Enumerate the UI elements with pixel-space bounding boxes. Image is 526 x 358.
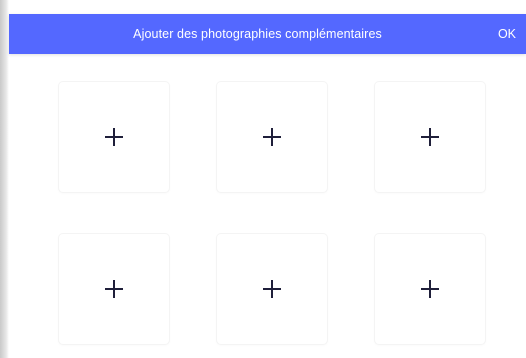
photo-slot-6[interactable] [375, 234, 485, 344]
plus-icon [263, 128, 281, 146]
plus-icon [105, 128, 123, 146]
plus-icon [105, 280, 123, 298]
left-edge-shadow [0, 0, 9, 358]
photo-slot-2[interactable] [217, 82, 327, 192]
plus-icon [263, 280, 281, 298]
header-title: Ajouter des photographies complémentaire… [133, 27, 382, 41]
photo-slot-3[interactable] [375, 82, 485, 192]
ok-button[interactable]: OK [498, 14, 516, 54]
plus-icon [421, 280, 439, 298]
photo-slot-4[interactable] [59, 234, 169, 344]
header-bar: Ajouter des photographies complémentaire… [9, 14, 526, 54]
plus-icon [421, 128, 439, 146]
photo-slot-1[interactable] [59, 82, 169, 192]
add-photos-screen: Ajouter des photographies complémentaire… [0, 0, 526, 358]
photo-slot-5[interactable] [217, 234, 327, 344]
